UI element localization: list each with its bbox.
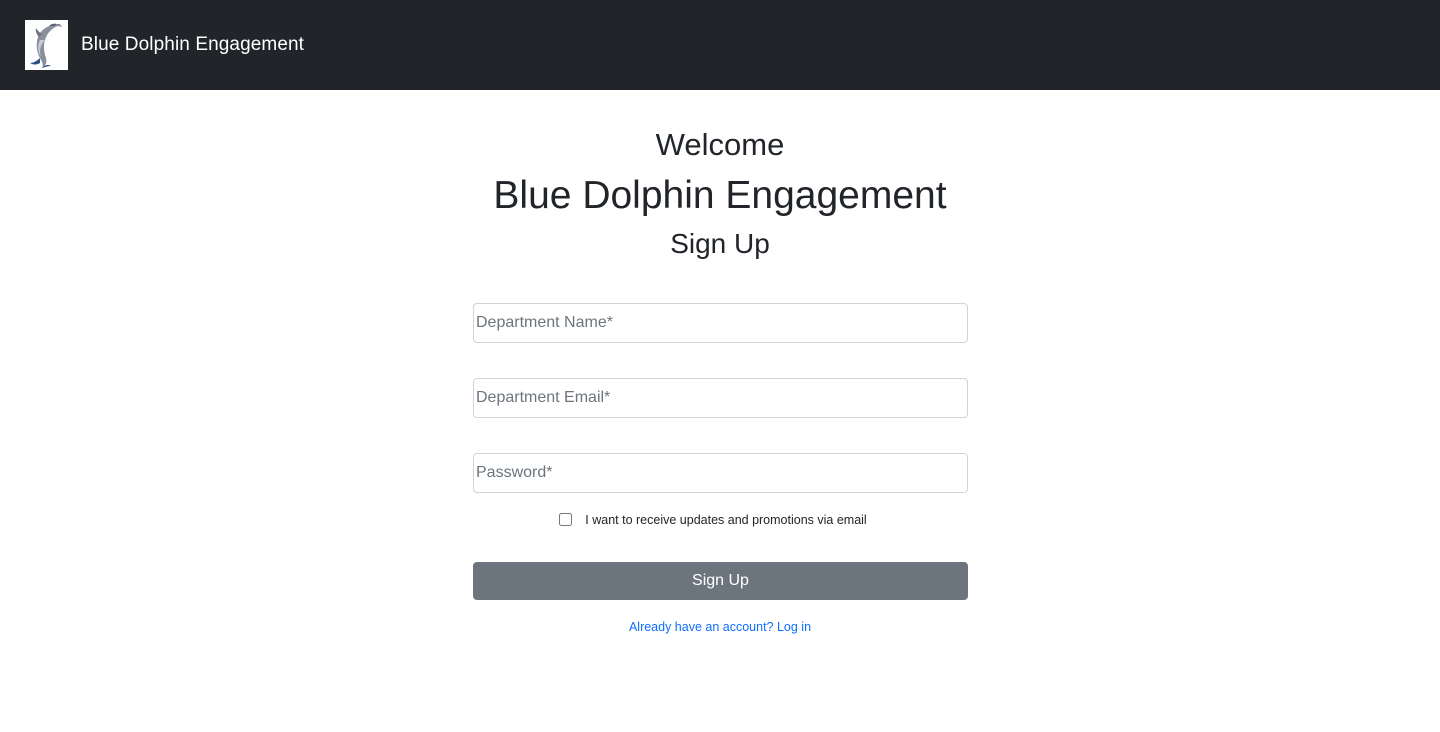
- updates-checkbox-row: I want to receive updates and promotions…: [0, 512, 1440, 527]
- updates-checkbox-label[interactable]: I want to receive updates and promotions…: [585, 513, 866, 527]
- brand-name: Blue Dolphin Engagement: [81, 34, 305, 55]
- department-email-input[interactable]: [473, 378, 968, 418]
- brand-link[interactable]: Blue Dolphin Engagement: [25, 20, 304, 70]
- signup-button[interactable]: Sign Up: [473, 562, 968, 600]
- signup-heading: Sign Up: [670, 228, 770, 259]
- dolphin-logo-icon: [25, 20, 68, 70]
- top-navbar: Blue Dolphin Engagement: [0, 0, 1440, 90]
- password-input[interactable]: [473, 453, 968, 493]
- welcome-heading: Welcome: [655, 127, 785, 162]
- login-link[interactable]: Already have an account? Log in: [629, 620, 811, 634]
- updates-checkbox[interactable]: [559, 512, 573, 526]
- department-name-input[interactable]: [473, 303, 968, 343]
- login-link-row: Already have an account? Log in: [0, 620, 1440, 634]
- app-name-heading: Blue Dolphin Engagement: [493, 174, 947, 217]
